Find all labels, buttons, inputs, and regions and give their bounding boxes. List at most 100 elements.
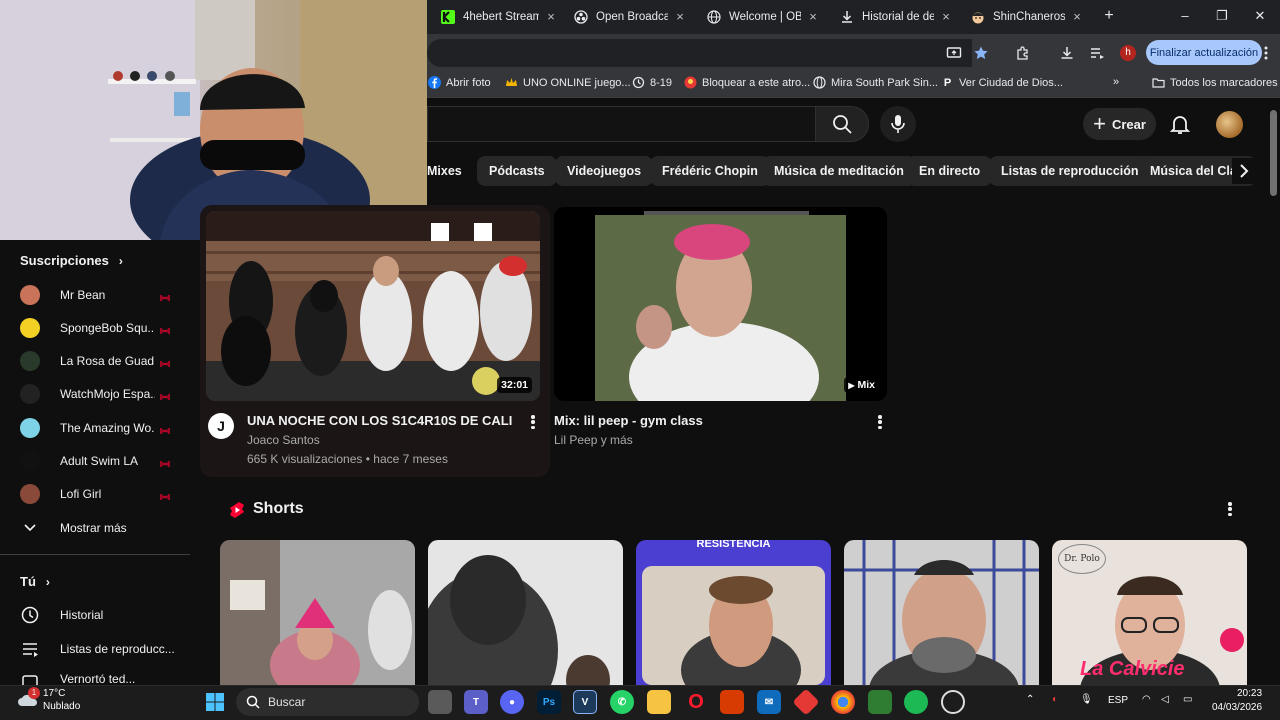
scrollbar-thumb[interactable] (1270, 110, 1277, 196)
teams-icon[interactable]: T (464, 690, 488, 714)
sidebar-item-subscription[interactable]: The Amazing Wo... (20, 416, 175, 440)
more-options-icon[interactable] (873, 413, 887, 431)
short-5[interactable]: Dr. Polo La Calvicie (1052, 540, 1247, 685)
chip-mixes[interactable]: Mixes (427, 156, 474, 186)
bookmark-8-19[interactable]: 8-19 (632, 76, 672, 89)
all-bookmarks[interactable]: Todos los marcadores (1152, 76, 1278, 89)
voice-search-button[interactable] (880, 106, 916, 142)
downloads-icon[interactable] (1057, 43, 1077, 63)
chip-videojuegos[interactable]: Videojuegos (555, 156, 654, 186)
show-more-button[interactable]: Mostrar más (20, 516, 175, 540)
clock-date[interactable]: 04/03/2026 (1212, 702, 1262, 713)
video-title[interactable]: UNA NOCHE CON LOS S1C4R10S DE CALI (247, 413, 512, 428)
microphone-icon[interactable]: 🎙︎ (1080, 694, 1093, 705)
sidebar-item-partial[interactable]: Vernortó ted... (20, 672, 175, 685)
bookmark-bloquear[interactable]: Bloquear a este atro... (684, 76, 810, 89)
short-3[interactable]: RESISTENCIA (636, 540, 831, 685)
video-title[interactable]: Mix: lil peep - gym class (554, 413, 703, 428)
chip-meditacion[interactable]: Música de meditación (762, 156, 916, 186)
channel-name[interactable]: Joaco Santos (247, 433, 320, 447)
weather-widget[interactable]: 1 17°C Nublado (14, 687, 114, 717)
mail-icon[interactable]: ✉ (757, 690, 781, 714)
update-button[interactable]: Finalizar actualización (1146, 40, 1262, 65)
bookmark-south-park[interactable]: Mira South Park Sin... (813, 76, 938, 89)
chrome-icon[interactable] (831, 690, 855, 714)
close-icon[interactable]: × (1069, 9, 1085, 25)
create-button[interactable]: + Crear (1083, 108, 1156, 140)
restore-button[interactable]: ❐ (1212, 8, 1232, 24)
more-options-icon[interactable] (526, 413, 540, 431)
volume-icon[interactable]: ◁ (1161, 694, 1169, 705)
file-explorer-icon[interactable] (647, 690, 671, 714)
chevron-right-icon[interactable] (1232, 158, 1256, 184)
sidebar-item-playlists[interactable]: Listas de reproducc... (20, 637, 175, 661)
excel-icon[interactable] (868, 690, 892, 714)
cast-icon[interactable] (944, 43, 964, 63)
bookmark-star-icon[interactable] (971, 43, 991, 63)
spotify-icon[interactable] (904, 690, 928, 714)
you-heading[interactable]: Tú › (20, 574, 50, 589)
channel-avatar[interactable]: J (208, 413, 234, 439)
menu-icon[interactable] (1256, 43, 1276, 63)
search-button[interactable] (815, 106, 869, 142)
obs-icon[interactable] (941, 690, 965, 714)
sidebar-item-subscription[interactable]: Mr Bean (20, 283, 175, 307)
close-icon[interactable]: × (938, 9, 954, 25)
tab-kick-stream[interactable]: 4hebert Stream × (441, 5, 559, 29)
minimize-button[interactable]: – (1175, 8, 1195, 23)
photoshop-icon[interactable]: Ps (537, 690, 561, 714)
profile-avatar[interactable]: h (1120, 45, 1136, 61)
short-4[interactable] (844, 540, 1039, 685)
battery-icon[interactable]: ▭ (1183, 694, 1192, 705)
chip-listas[interactable]: Listas de reproducción (989, 156, 1151, 186)
sidebar-item-subscription[interactable]: SpongeBob Squ... (20, 316, 175, 340)
bookmark-abrir-foto[interactable]: Abrir foto (428, 76, 491, 89)
chip-podcasts[interactable]: Pódcasts (477, 156, 557, 186)
media-queue-icon[interactable] (1087, 43, 1107, 63)
account-avatar[interactable] (1216, 111, 1243, 138)
address-bar[interactable] (427, 39, 972, 67)
short-2[interactable] (428, 540, 623, 685)
close-window-button[interactable]: ✕ (1250, 8, 1270, 24)
language-indicator[interactable]: ESP (1108, 695, 1128, 706)
office-icon[interactable] (720, 690, 744, 714)
close-icon[interactable]: × (805, 9, 821, 25)
video-thumbnail-1[interactable]: 32:01 (206, 211, 540, 401)
video-thumbnail-2[interactable]: ▶ Mix (554, 207, 887, 401)
sidebar-item-subscription[interactable]: Adult Swim LA (20, 449, 175, 473)
more-options-icon[interactable] (1223, 500, 1237, 518)
bookmarks-overflow-icon[interactable]: » (1113, 76, 1119, 88)
opera-icon[interactable]: O (684, 690, 708, 714)
close-icon[interactable]: × (543, 9, 559, 25)
taskbar-search[interactable]: Buscar (236, 688, 419, 716)
app-tray-icon[interactable]: ◐ (1052, 694, 1058, 705)
close-icon[interactable]: × (672, 9, 688, 25)
extensions-icon[interactable] (1013, 43, 1033, 63)
clock-time[interactable]: 20:23 (1237, 688, 1262, 699)
subscriptions-heading[interactable]: Suscripciones › (20, 253, 123, 268)
search-icon (246, 695, 260, 709)
tab-welcome-obs[interactable]: Welcome | OBS × (707, 5, 821, 29)
search-input[interactable] (427, 106, 815, 142)
wifi-icon[interactable]: ◠ (1142, 694, 1151, 705)
whatsapp-icon[interactable]: ✆ (610, 690, 634, 714)
notifications-bell-icon[interactable] (1168, 112, 1192, 136)
vegas-icon[interactable]: V (573, 690, 597, 714)
discord-icon[interactable]: ● (500, 690, 524, 714)
tab-shinchaneros[interactable]: ShinChaneros - × (971, 5, 1085, 29)
bookmark-ciudad-de-dios[interactable]: P Ver Ciudad de Dios... (941, 76, 1063, 89)
sidebar-item-historial[interactable]: Historial (20, 603, 175, 627)
chip-en-directo[interactable]: En directo (907, 156, 993, 186)
chip-chopin[interactable]: Frédéric Chopin (650, 156, 770, 186)
new-tab-button[interactable]: + (1100, 7, 1118, 25)
tab-download-history[interactable]: Historial de desc × (840, 5, 954, 29)
sidebar-item-subscription[interactable]: La Rosa de Guad... (20, 349, 175, 373)
task-view-icon[interactable] (428, 690, 452, 714)
tab-obs[interactable]: Open Broadcaste × (574, 5, 688, 29)
short-1[interactable] (220, 540, 415, 685)
bookmark-uno-online[interactable]: UNO ONLINE juego... (505, 76, 631, 89)
chevron-up-icon[interactable]: ⌃ (1026, 694, 1034, 705)
windows-start-icon[interactable] (203, 690, 227, 714)
sidebar-item-subscription[interactable]: Lofi Girl (20, 482, 175, 506)
sidebar-item-subscription[interactable]: WatchMojo Espa... (20, 382, 175, 406)
